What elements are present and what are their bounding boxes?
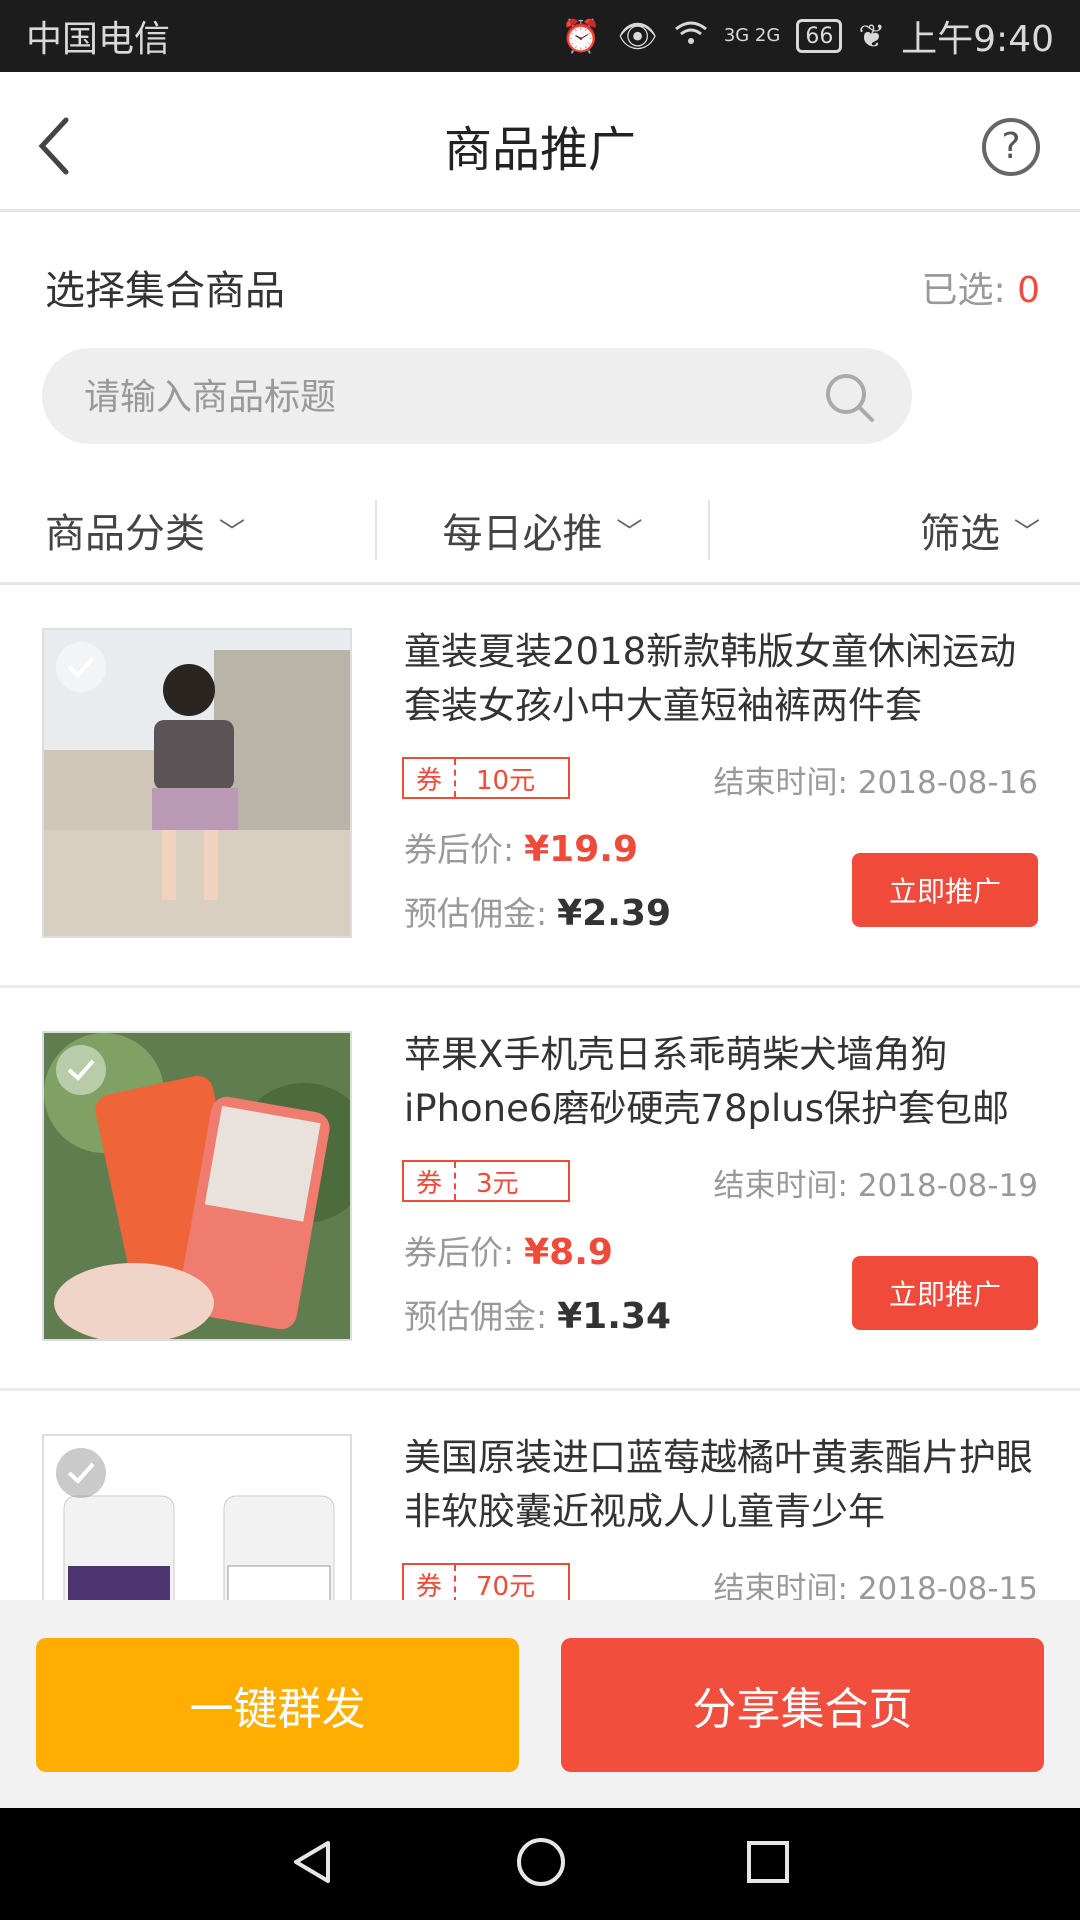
estimated-commission: 预估佣金: ¥2.39 <box>404 887 671 935</box>
end-time: 结束时间: 2018-08-16 <box>713 765 1038 801</box>
selected-count-value: 0 <box>1017 270 1040 311</box>
coupon-value: 70元 <box>476 1571 536 1601</box>
list-item[interactable]: 童装夏装2018新款韩版女童休闲运动套装女孩小中大童短袖裤两件套 券 10元 结… <box>0 585 1080 988</box>
commission-label: 预估佣金: <box>404 1297 548 1336</box>
alarm-icon: ⏰ <box>561 17 602 55</box>
status-icons: ⏰ 👁 3G 2G 66 ❦ 上午9:40 <box>561 10 1054 62</box>
chevron-down-icon: ﹀ <box>616 517 643 548</box>
share-collection-button[interactable]: 分享集合页 <box>561 1638 1044 1772</box>
after-coupon-price: 券后价: ¥19.9 <box>404 823 638 871</box>
product-title[interactable]: 童装夏装2018新款韩版女童休闲运动套装女孩小中大童短袖裤两件套 <box>404 625 1044 733</box>
filter-category[interactable]: 商品分类 ﹀ <box>0 480 375 580</box>
coupon-tag: 券 <box>404 1162 456 1200</box>
clock: 上午9:40 <box>901 19 1054 60</box>
estimated-commission: 预估佣金: ¥1.34 <box>404 1290 671 1338</box>
end-time: 结束时间: 2018-08-19 <box>713 1168 1038 1204</box>
status-bar: 中国电信 ⏰ 👁 3G 2G 66 ❦ 上午9:40 <box>0 0 1080 72</box>
coupon-value: 3元 <box>476 1168 519 1199</box>
carrier-label: 中国电信 <box>26 19 171 60</box>
select-checkbox[interactable] <box>56 1448 106 1498</box>
filter-screen[interactable]: 筛选 ﹀ <box>710 480 1080 580</box>
product-title[interactable]: 苹果X手机壳日系乖萌柴犬墙角狗iPhone6磨砂硬壳78plus保护套包邮 <box>404 1028 1044 1136</box>
product-title[interactable]: 美国原装进口蓝莓越橘叶黄素酯片护眼非软胶囊近视成人儿童青少年 <box>404 1431 1044 1539</box>
end-time: 结束时间: 2018-08-15 <box>713 1571 1038 1600</box>
after-price-value: ¥8.9 <box>524 1232 613 1273</box>
promote-button[interactable]: 立即推广 <box>852 853 1038 927</box>
after-price-value: ¥19.9 <box>524 829 638 870</box>
system-nav-bar <box>0 1808 1080 1920</box>
filter-screen-label: 筛选 <box>919 511 1000 557</box>
after-coupon-price: 券后价: ¥8.9 <box>404 1226 613 1274</box>
promote-button[interactable]: 立即推广 <box>852 1256 1038 1330</box>
filter-daily[interactable]: 每日必推 ﹀ <box>377 480 707 580</box>
nav-back-icon[interactable] <box>288 1837 338 1891</box>
chevron-down-icon: ﹀ <box>219 517 246 548</box>
battery-icon: 66 <box>796 19 843 53</box>
nav-home-icon[interactable] <box>514 1835 568 1893</box>
list-item[interactable]: 苹果X手机壳日系乖萌柴犬墙角狗iPhone6磨砂硬壳78plus保护套包邮 券 … <box>0 988 1080 1391</box>
selected-count: 已选: 0 <box>922 261 1040 313</box>
after-price-label: 券后价: <box>404 830 515 869</box>
search-icon[interactable] <box>822 370 876 424</box>
signal-icon: 3G 2G <box>723 25 781 46</box>
selection-row: 选择集合商品 已选: 0 <box>45 261 1040 314</box>
commission-value: ¥1.34 <box>557 1296 671 1337</box>
product-image[interactable] <box>42 1434 352 1600</box>
coupon-tag: 券 <box>404 759 456 797</box>
list-item[interactable]: 美国原装进口蓝莓越橘叶黄素酯片护眼非软胶囊近视成人儿童青少年 券 70元 结束时… <box>0 1391 1080 1600</box>
filter-category-label: 商品分类 <box>45 511 205 557</box>
product-list: 童装夏装2018新款韩版女童休闲运动套装女孩小中大童短袖裤两件套 券 10元 结… <box>0 585 1080 1600</box>
coupon-badge: 券 10元 <box>402 757 570 799</box>
coupon-value: 10元 <box>476 765 536 796</box>
help-icon[interactable]: ? <box>982 118 1040 176</box>
commission-value: ¥2.39 <box>557 893 671 934</box>
commission-label: 预估佣金: <box>404 894 548 933</box>
select-checkbox[interactable] <box>56 642 106 692</box>
page-title: 商品推广 <box>443 122 636 178</box>
bottom-action-bar: 一键群发 分享集合页 <box>0 1600 1080 1808</box>
after-price-label: 券后价: <box>404 1233 515 1272</box>
selection-title: 选择集合商品 <box>45 268 285 314</box>
product-image[interactable] <box>42 628 352 938</box>
filter-daily-label: 每日必推 <box>442 511 603 557</box>
selected-count-label: 已选: <box>921 270 1018 311</box>
coupon-tag: 券 <box>404 1565 456 1600</box>
coupon-badge: 券 70元 <box>402 1563 570 1600</box>
filter-bar: 商品分类 ﹀ 每日必推 ﹀ 筛选 ﹀ <box>0 480 1080 580</box>
mass-send-button[interactable]: 一键群发 <box>36 1638 519 1772</box>
coupon-badge: 券 3元 <box>402 1160 570 1202</box>
select-checkbox[interactable] <box>56 1045 106 1095</box>
search-bar <box>42 348 912 446</box>
wifi-icon <box>674 17 708 55</box>
app-header: 商品推广 ? <box>0 72 1080 212</box>
chevron-down-icon: ﹀ <box>1013 517 1040 548</box>
leaf-icon: ❦ <box>858 17 886 55</box>
eye-icon: 👁 <box>617 17 658 55</box>
nav-recents-icon[interactable] <box>744 1838 792 1890</box>
search-input[interactable] <box>82 348 786 446</box>
product-image[interactable] <box>42 1031 352 1341</box>
